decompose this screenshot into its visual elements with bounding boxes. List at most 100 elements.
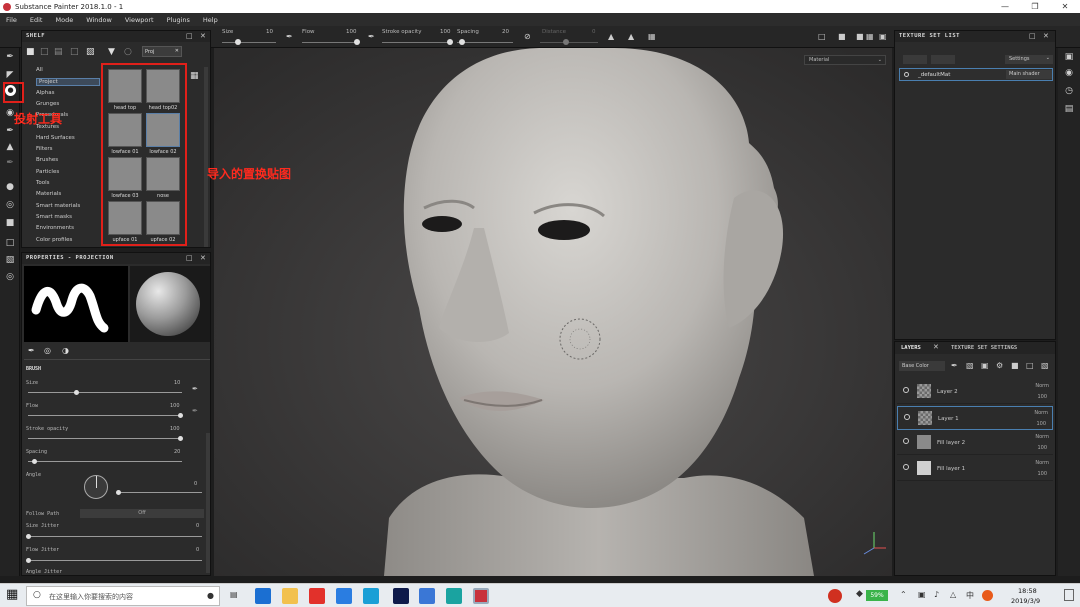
toolbar-flow-slider[interactable] [302, 42, 358, 43]
add-folder-2-icon[interactable]: □ [1026, 361, 1034, 370]
maximize-button[interactable]: ❐ [1020, 0, 1050, 13]
prop-spacing-knob[interactable] [32, 459, 37, 464]
notifications-icon[interactable] [1064, 589, 1074, 601]
layer-visibility-icon[interactable] [904, 413, 910, 420]
toolbar-flow-knob[interactable] [354, 39, 360, 45]
layer-row[interactable]: Fill layer 2 Norm 100 [897, 431, 1053, 455]
angle-dial[interactable] [84, 475, 108, 499]
log-icon[interactable]: ▤ [1062, 102, 1076, 116]
menu-edit[interactable]: Edit [24, 16, 50, 24]
toolbar-spacing-knob[interactable] [459, 39, 465, 45]
follow-path-toggle[interactable]: Off [80, 509, 204, 518]
add-paint-layer-icon[interactable]: ✒ [951, 361, 958, 370]
sogou-ime-icon[interactable] [982, 590, 993, 601]
viewport-toggle-icon[interactable]: ◎ [3, 198, 17, 212]
shelf-category-smart-masks[interactable]: Smart masks [36, 214, 72, 220]
tab-material-icon[interactable]: ◎ [44, 346, 51, 355]
shelf-category-materials[interactable]: Materials [36, 191, 61, 197]
shelf-scrollbar[interactable] [204, 67, 208, 247]
tab-texture-set-settings[interactable]: TEXTURE SET SETTINGS [951, 345, 1017, 351]
shelf-category-environments[interactable]: Environments [36, 225, 74, 231]
prop-size-slider[interactable] [28, 392, 182, 393]
layer-opacity[interactable]: 100 [1037, 471, 1047, 477]
browser-icon[interactable] [363, 588, 379, 604]
layer-blend-mode[interactable]: Norm [1034, 410, 1048, 416]
prop-size-jitter-knob[interactable] [26, 534, 31, 539]
texture-icon[interactable]: □ [3, 236, 17, 250]
toolbar-stroke-slider[interactable] [382, 42, 452, 43]
prop-stroke-knob[interactable] [178, 436, 183, 441]
flow-pressure-icon-2[interactable]: ✒ [192, 407, 198, 415]
substance-painter-taskbar-icon[interactable] [473, 588, 489, 604]
toolbar-size-knob[interactable] [235, 39, 241, 45]
eraser-icon[interactable]: ◤ [3, 68, 17, 82]
3d-viewport[interactable]: Material ⌄ [214, 48, 892, 576]
toolbar-size-slider[interactable] [222, 42, 276, 43]
texset-button-2[interactable] [931, 55, 955, 64]
size-pressure-icon[interactable]: ✒ [192, 385, 198, 393]
layer-row[interactable]: Fill layer 1 Norm 100 [897, 457, 1053, 481]
menu-viewport[interactable]: Viewport [119, 16, 161, 24]
texture-set-item[interactable]: _defaultMat Main shader [899, 68, 1053, 81]
toolbar-stroke-knob[interactable] [447, 39, 453, 45]
shelf-search-input[interactable]: Proj ✕ [142, 46, 182, 57]
display-settings-icon-2[interactable]: ◉ [1062, 66, 1076, 80]
volume-icon[interactable]: ♪ [934, 590, 939, 599]
microphone-icon[interactable]: ● [207, 591, 214, 600]
bake-icon[interactable]: ▧ [3, 253, 17, 267]
layer-opacity[interactable]: 100 [1036, 421, 1046, 427]
close-button[interactable]: ✕ [1050, 0, 1080, 13]
menu-mode[interactable]: Mode [49, 16, 80, 24]
polygon-fill-icon[interactable]: ● [3, 180, 17, 194]
prop-size-value[interactable]: 10 [174, 380, 180, 386]
shelf-category-particles[interactable]: Particles [36, 169, 59, 175]
shelf-category-brushes[interactable]: Brushes [36, 157, 58, 163]
layer-opacity[interactable]: 100 [1037, 394, 1047, 400]
tray-drop-icon[interactable]: ◆ [856, 589, 863, 599]
viewport-material-dropdown[interactable]: Material ⌄ [804, 55, 886, 65]
taskbar-search-box[interactable]: ○ 在这里输入你要搜索的内容 ● [26, 586, 220, 606]
task-view-icon[interactable]: ▤ [230, 590, 238, 599]
prop-angle-knob[interactable] [116, 490, 121, 495]
taskbar-time[interactable]: 18:58 [1018, 587, 1037, 595]
layer-visibility-icon[interactable] [903, 438, 909, 444]
network-icon[interactable]: ▣ [918, 590, 926, 599]
mirror-icon[interactable]: ▲ [628, 32, 634, 41]
paint-brush-icon[interactable]: ✒ [3, 50, 17, 64]
tray-app-icon[interactable] [828, 589, 842, 603]
layers-tab-close-icon[interactable]: ✕ [933, 343, 939, 351]
tray-show-hidden-icon[interactable]: ⌃ [900, 590, 907, 599]
properties-close-icon[interactable]: ✕ [200, 253, 206, 264]
language-indicator[interactable]: 中 [966, 590, 974, 601]
texset-close-icon[interactable]: ✕ [1043, 31, 1049, 42]
display-icon[interactable]: ■ [3, 216, 17, 230]
channel-dropdown[interactable]: Base Color [899, 361, 945, 371]
new-folder-icon[interactable]: □ [40, 47, 49, 57]
shelf-category-all[interactable]: All [36, 67, 43, 73]
display-settings-icon[interactable]: ▦ [866, 32, 874, 41]
import-icon[interactable]: □ [70, 47, 79, 57]
battery-indicator[interactable]: 59% [866, 590, 888, 601]
properties-undock-icon[interactable]: □ [186, 253, 193, 264]
shelf-close-icon[interactable]: ✕ [200, 31, 206, 42]
prop-flow-jitter-slider[interactable] [28, 560, 202, 561]
minimize-button[interactable]: — [990, 0, 1020, 13]
feishu-icon[interactable] [336, 588, 352, 604]
layer-blend-mode[interactable]: Norm [1035, 434, 1049, 440]
shelf-category-filters[interactable]: Filters [36, 146, 53, 152]
export-icon[interactable]: ▨ [86, 47, 95, 57]
symmetry-settings-icon[interactable]: ▦ [648, 32, 656, 41]
prop-flow-value[interactable]: 100 [170, 403, 180, 409]
properties-scrollbar[interactable] [206, 433, 210, 573]
shelf-category-smart-materials[interactable]: Smart materials [36, 203, 80, 209]
toolbar-size-value[interactable]: 10 [266, 29, 273, 35]
delete-layer-icon[interactable]: ▧ [1041, 361, 1049, 370]
add-folder-icon[interactable]: ■ [1011, 361, 1019, 370]
screenshot-camera-icon[interactable]: ▣ [879, 32, 887, 41]
toolbar-spacing-value[interactable]: 20 [502, 29, 509, 35]
taskbar-date[interactable]: 2019/3/9 [1011, 597, 1040, 605]
file-explorer-icon[interactable] [282, 588, 298, 604]
layer-row[interactable]: Layer 2 Norm 100 [897, 380, 1053, 404]
search-circle-icon[interactable]: ○ [124, 47, 132, 57]
netease-music-icon[interactable] [309, 588, 325, 604]
